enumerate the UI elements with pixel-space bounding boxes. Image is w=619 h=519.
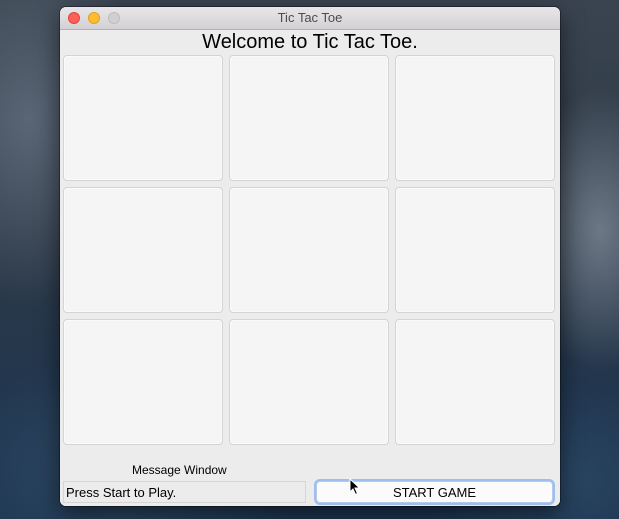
board-cell-5[interactable] — [229, 187, 389, 313]
board-cell-7[interactable] — [63, 319, 223, 445]
mouse-pointer-icon — [349, 478, 361, 496]
title-bar[interactable]: Tic Tac Toe — [60, 7, 560, 30]
welcome-heading: Welcome to Tic Tac Toe. — [202, 31, 418, 53]
game-board — [63, 54, 557, 447]
message-window-label: Message Window — [132, 463, 227, 477]
app-window: Tic Tac Toe Welcome to Tic Tac Toe. Mess… — [60, 7, 560, 506]
message-status-field: Press Start to Play. — [63, 481, 306, 503]
board-cell-3[interactable] — [395, 55, 555, 181]
window-title: Tic Tac Toe — [277, 10, 343, 25]
main-panel: Welcome to Tic Tac Toe. Message Window P… — [60, 30, 560, 506]
board-cell-2[interactable] — [229, 55, 389, 181]
board-cell-8[interactable] — [229, 319, 389, 445]
board-cell-1[interactable] — [63, 55, 223, 181]
board-cell-6[interactable] — [395, 187, 555, 313]
board-cell-9[interactable] — [395, 319, 555, 445]
board-cell-4[interactable] — [63, 187, 223, 313]
